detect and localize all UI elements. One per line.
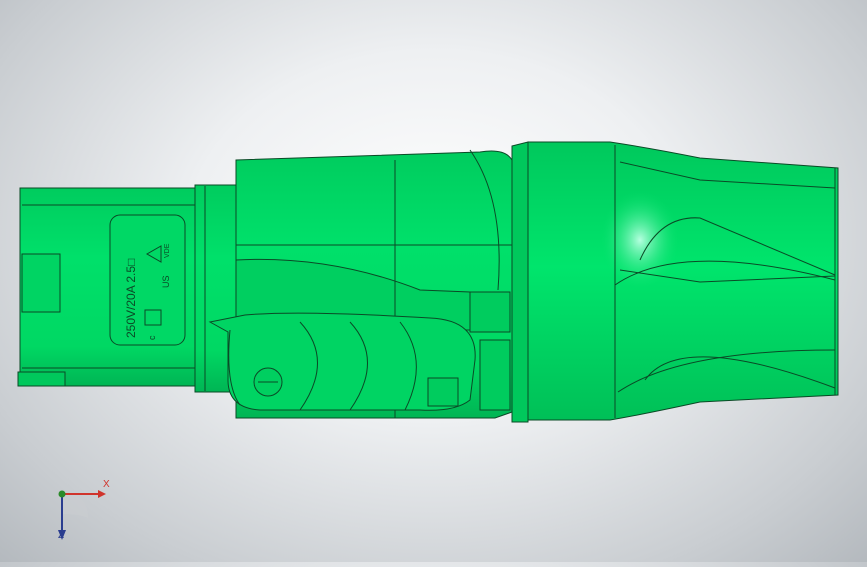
y-axis-dot-icon bbox=[58, 490, 66, 498]
triad-axes-icon bbox=[58, 490, 106, 540]
model-canvas[interactable]: 250V/20A 2.5□ c US VDE bbox=[0, 0, 867, 562]
latch-trigger bbox=[208, 312, 476, 411]
cert-us: US bbox=[161, 275, 171, 288]
z-axis-label: Z bbox=[58, 530, 65, 541]
cert-c: c bbox=[147, 335, 157, 340]
rating-text: 250V/20A 2.5□ bbox=[124, 259, 138, 338]
coupling-nut bbox=[511, 141, 839, 423]
coordinate-triad: X Y Z bbox=[40, 479, 110, 546]
cert-vde: VDE bbox=[164, 243, 171, 258]
graphics-viewport[interactable]: 250V/20A 2.5□ c US VDE X Y Z bbox=[0, 0, 867, 562]
x-axis-label: X bbox=[103, 479, 110, 490]
